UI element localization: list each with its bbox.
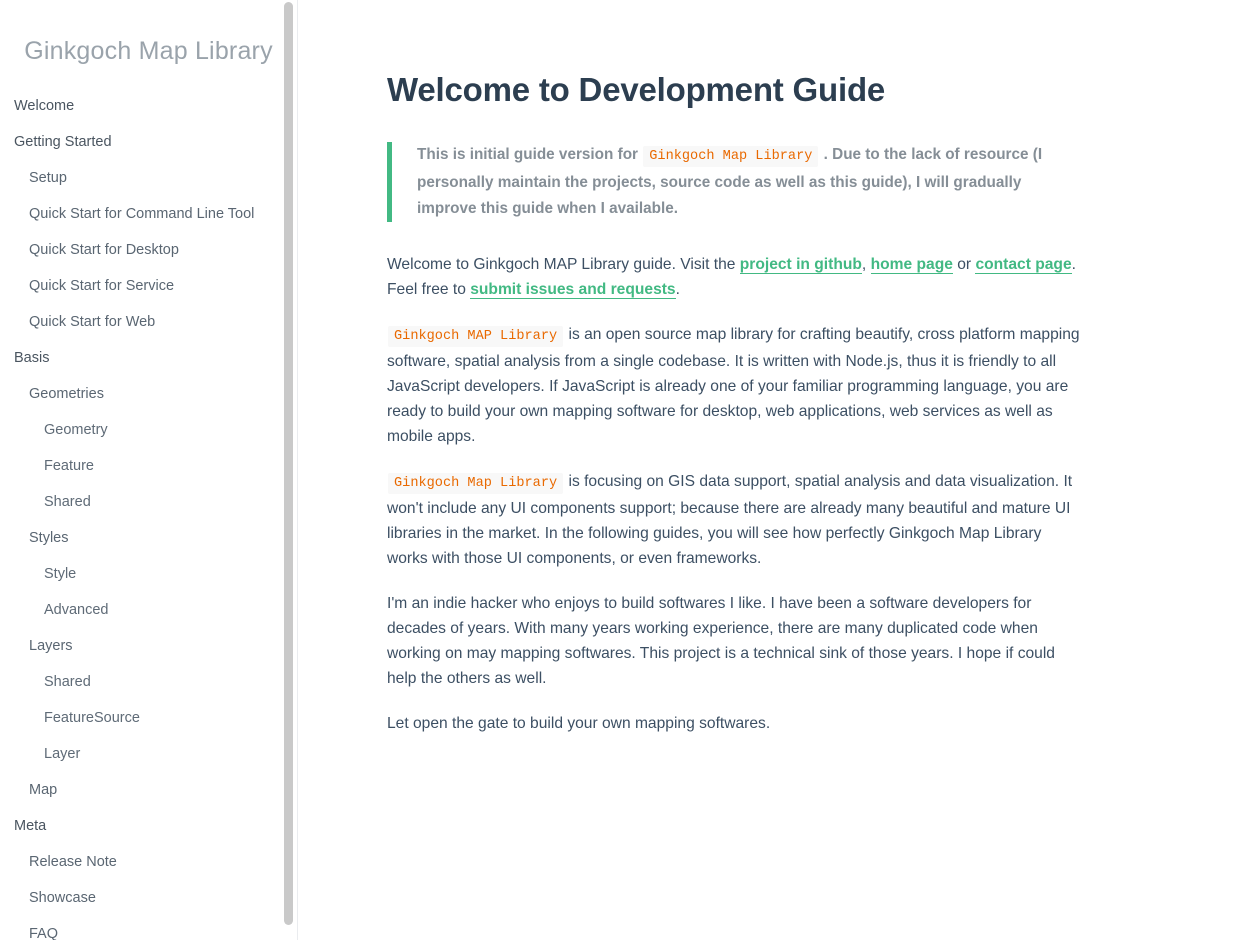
sidebar: Ginkgoch Map Library Welcome Getting Star… bbox=[0, 0, 298, 940]
sidebar-item-style[interactable]: Style bbox=[0, 556, 297, 592]
sidebar-scrollbar-track[interactable] bbox=[284, 0, 295, 940]
paragraph-open-source: Ginkgoch MAP Library is an open source m… bbox=[387, 322, 1084, 449]
intro-lead: Welcome to Ginkgoch MAP Library guide. V… bbox=[387, 256, 740, 274]
page-title: Welcome to Development Guide bbox=[387, 71, 886, 108]
paragraph-gis-focus: Ginkgoch Map Library is focusing on GIS … bbox=[387, 469, 1084, 571]
sidebar-item-advanced[interactable]: Advanced bbox=[0, 592, 297, 628]
link-project-in-github[interactable]: project in github bbox=[739, 256, 862, 275]
sidebar-item-basis[interactable]: Basis bbox=[0, 340, 297, 376]
sidebar-item-quick-start-for-desktop[interactable]: Quick Start for Desktop bbox=[0, 232, 297, 268]
document-body: Welcome to Development Guide This is ini… bbox=[298, 0, 1084, 736]
sidebar-item-styles[interactable]: Styles bbox=[0, 520, 297, 556]
paragraph-closing: Let open the gate to build your own mapp… bbox=[387, 715, 771, 733]
app-root: Ginkgoch Map Library Welcome Getting Star… bbox=[0, 0, 1242, 940]
sidebar-item-meta[interactable]: Meta bbox=[0, 808, 297, 844]
inline-code-map-library-upper: Ginkgoch MAP Library bbox=[388, 326, 564, 348]
sidebar-item-featuresource[interactable]: FeatureSource bbox=[0, 700, 297, 736]
sidebar-item-showcase[interactable]: Showcase bbox=[0, 880, 297, 916]
intro-sep2: or bbox=[952, 256, 976, 274]
sidebar-nav: Welcome Getting Started Setup Quick Start f… bbox=[0, 88, 297, 940]
sidebar-scrollbar-thumb[interactable] bbox=[284, 2, 293, 925]
sidebar-item-quick-start-for-service[interactable]: Quick Start for Service bbox=[0, 268, 297, 304]
intro-tail: . bbox=[675, 281, 680, 299]
sidebar-item-quick-start-for-web[interactable]: Quick Start for Web bbox=[0, 304, 297, 340]
sidebar-item-quick-start-for-command-line-tool[interactable]: Quick Start for Command Line Tool bbox=[0, 196, 297, 232]
sidebar-item-feature[interactable]: Feature bbox=[0, 448, 297, 484]
sidebar-item-geometry[interactable]: Geometry bbox=[0, 412, 297, 448]
intro-paragraph: Welcome to Ginkgoch MAP Library guide. V… bbox=[387, 252, 1084, 302]
inline-code-library: Ginkgoch Map Library bbox=[643, 146, 819, 168]
intro-sep1: , bbox=[861, 256, 871, 274]
sidebar-item-release-note[interactable]: Release Note bbox=[0, 844, 297, 880]
link-home-page[interactable]: home page bbox=[870, 256, 953, 275]
site-title: Ginkgoch Map Library bbox=[24, 37, 273, 65]
paragraph-author-note: I'm an indie hacker who enjoys to build … bbox=[387, 595, 1055, 688]
sidebar-item-getting-started[interactable]: Getting Started bbox=[0, 124, 297, 160]
sidebar-item-map[interactable]: Map bbox=[0, 772, 297, 808]
inline-code-map-library: Ginkgoch Map Library bbox=[388, 473, 564, 495]
sidebar-item-faq[interactable]: FAQ bbox=[0, 916, 297, 940]
sidebar-item-layer[interactable]: Layer bbox=[0, 736, 297, 772]
sidebar-item-setup[interactable]: Setup bbox=[0, 160, 297, 196]
main-content: Welcome to Development Guide This is ini… bbox=[298, 0, 1242, 940]
sidebar-item-layers[interactable]: Layers bbox=[0, 628, 297, 664]
tip-blockquote: This is initial guide version for Ginkgo… bbox=[387, 142, 1084, 223]
sidebar-item-shared[interactable]: Shared bbox=[0, 664, 297, 700]
sidebar-item-geometries[interactable]: Geometries bbox=[0, 376, 297, 412]
sidebar-item-shared[interactable]: Shared bbox=[0, 484, 297, 520]
sidebar-item-welcome[interactable]: Welcome bbox=[0, 88, 297, 124]
tip-text-before: This is initial guide version for bbox=[417, 146, 638, 164]
link-submit-issues-and-requests[interactable]: submit issues and requests bbox=[470, 281, 676, 300]
link-contact-page[interactable]: contact page bbox=[975, 256, 1072, 275]
sidebar-inner: Ginkgoch Map Library Welcome Getting Star… bbox=[0, 0, 297, 940]
